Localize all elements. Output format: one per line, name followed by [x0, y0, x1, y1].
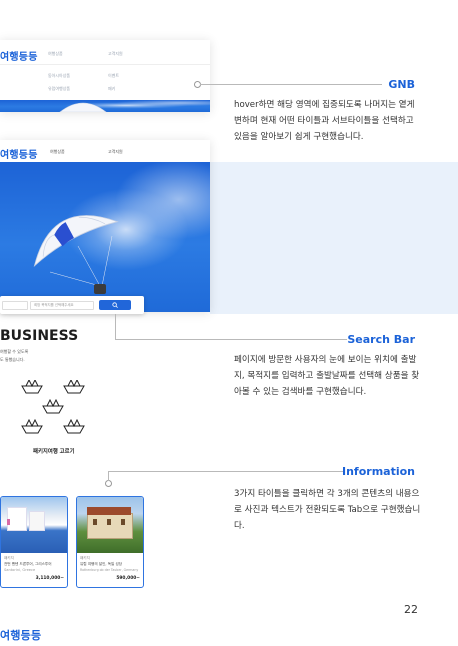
- product-tag: 패키지: [4, 556, 14, 560]
- product-price: 590,000~: [116, 576, 140, 581]
- nav-item-products[interactable]: 여행상품: [50, 149, 65, 155]
- product-name: 전번 팬텐 드론투어, 그리스투어: [4, 562, 52, 566]
- paper-boat-icon: [63, 380, 85, 394]
- connector-line: [108, 471, 343, 472]
- brand-logo[interactable]: 여행등등: [0, 48, 38, 63]
- paper-boat-icons: [21, 380, 85, 434]
- annotation-text-search: 페이지에 방문한 사용자의 눈에 보이는 위치에 출발지, 목적지를 입력하고 …: [234, 355, 420, 397]
- brand-logo[interactable]: 여행등등: [0, 146, 38, 161]
- connector-line: [200, 84, 382, 85]
- paper-boat-icon: [21, 380, 43, 394]
- nav-item-products[interactable]: 여행상품: [48, 51, 63, 57]
- destination-placeholder: 희망 목적지를 선택해주세요: [34, 303, 74, 307]
- submenu-item[interactable]: 유럽여행상품: [48, 86, 70, 92]
- destination-field[interactable]: 희망 목적지를 선택해주세요: [30, 301, 94, 310]
- paper-boat-icon: [42, 398, 64, 414]
- annotation-title-gnb: GNB: [388, 78, 415, 91]
- business-title: BUSINESS: [0, 328, 79, 344]
- product-card[interactable]: 패키지 유럽 여행의 달인, 독일 성당 Rothenburg ob der T…: [76, 496, 144, 588]
- submenu-item[interactable]: 이벤트: [108, 73, 119, 79]
- nav-item-support[interactable]: 고객지원: [108, 51, 123, 57]
- footer-brand: 여행등등: [0, 629, 42, 642]
- package-tab-caption[interactable]: 패키지여행 고르기: [33, 447, 75, 455]
- connector-line: [108, 471, 109, 481]
- hero-image-strip: [0, 100, 210, 112]
- product-name: 유럽 여행의 달인, 독일 성당: [80, 562, 123, 566]
- submenu-item[interactable]: 패키: [108, 86, 115, 92]
- parachute-image: [59, 102, 107, 112]
- business-text: 도 통했습니다.: [0, 357, 25, 362]
- product-image: [77, 497, 143, 553]
- nav-item-support[interactable]: 고객지원: [108, 149, 123, 155]
- paper-boat-icon: [21, 418, 43, 434]
- product-price: 3,110,000~: [35, 576, 64, 581]
- hero-image: [0, 162, 210, 312]
- main-page-mockup: 여행등등 여행상품 고객지원: [0, 140, 210, 312]
- connector-line: [115, 339, 347, 340]
- connector-dot: [105, 480, 112, 487]
- search-icon: [112, 302, 118, 308]
- annotation-title-information: Information: [342, 465, 415, 478]
- product-card[interactable]: 패키지 전번 팬텐 드론투어, 그리스투어 Santorini, Greece …: [0, 496, 68, 588]
- submenu-item[interactable]: 동아시아상품: [48, 73, 70, 79]
- search-button[interactable]: [99, 300, 131, 310]
- departure-field[interactable]: [2, 301, 28, 310]
- highlight-band: [210, 162, 458, 314]
- product-image: [1, 497, 67, 553]
- product-tag: 패키지: [80, 556, 90, 560]
- product-location: Santorini, Greece: [4, 568, 36, 572]
- product-location: Rothenburg ob der Tauber, Germany: [80, 568, 139, 572]
- annotation-title-search: Search Bar: [347, 333, 415, 346]
- annotation-text-information: 3가지 타이틀을 클릭하면 각 3개의 콘텐츠의 내용으로 사진과 텍스트가 전…: [234, 489, 421, 531]
- annotation-text-gnb: hover하면 해당 영역에 집중되도록 나머지는 옅게 변하며 현재 어떤 타…: [234, 100, 415, 142]
- business-text: 여행할 수 있도록: [0, 349, 29, 354]
- paper-boat-icon: [63, 418, 85, 434]
- gnb-mockup: 여행등등 여행상품 고객지원 동아시아상품 이벤트 유럽여행상품 패키: [0, 40, 210, 112]
- connector-line: [115, 314, 116, 339]
- page-number: 22: [404, 603, 418, 616]
- search-bar: 희망 목적지를 선택해주세요: [0, 296, 144, 314]
